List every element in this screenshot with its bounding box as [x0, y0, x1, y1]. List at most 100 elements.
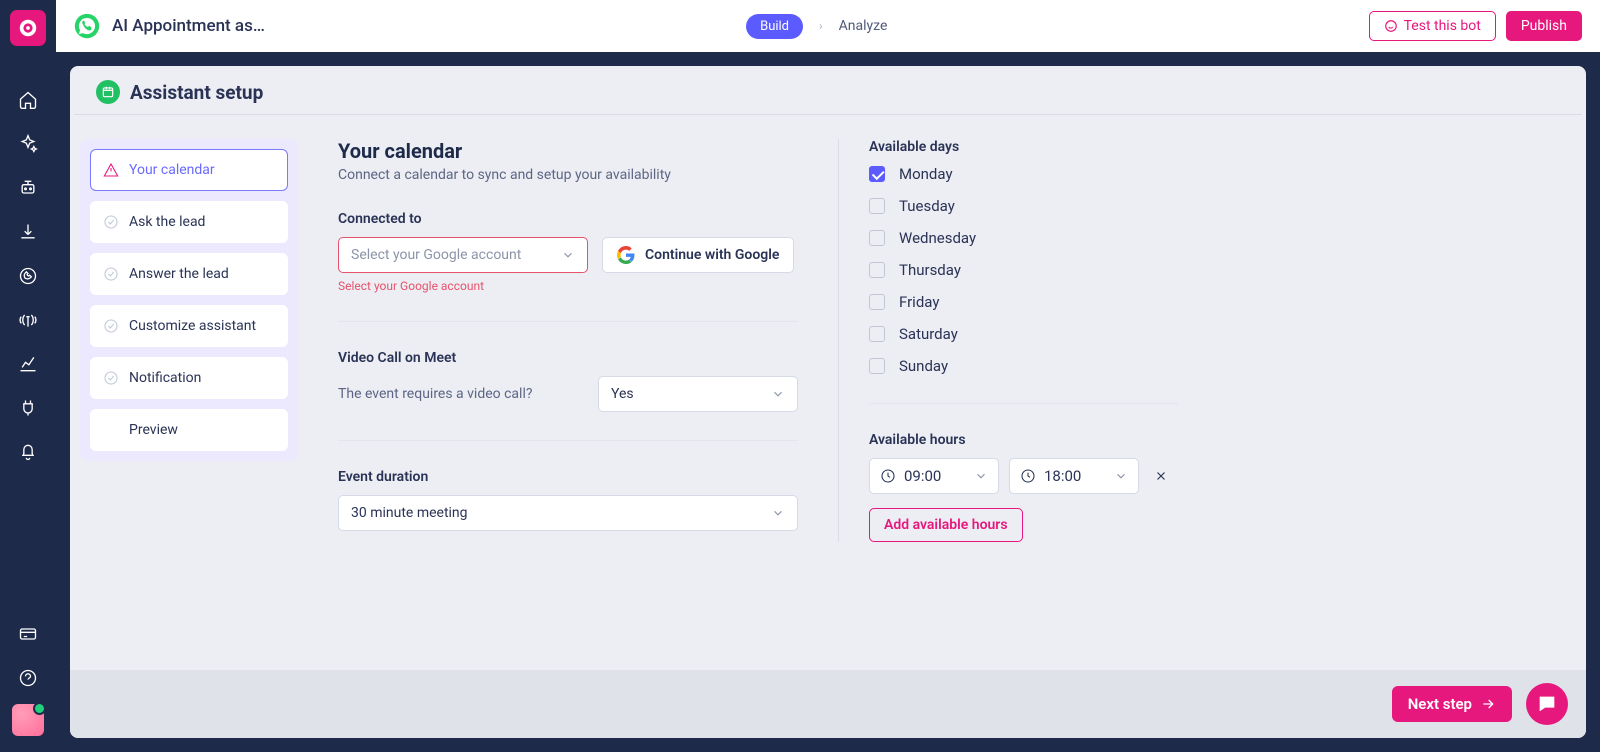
add-hours-label: Add available hours — [884, 517, 1008, 533]
step-label: Preview — [129, 422, 178, 438]
nav-notifications-icon[interactable] — [10, 434, 46, 470]
available-hours-label: Available hours — [869, 432, 1178, 448]
step-your-calendar[interactable]: Your calendar — [90, 149, 288, 191]
form-right-col: Available days Monday Tuesday Wednesday … — [838, 139, 1178, 542]
time-from-value: 09:00 — [904, 467, 941, 485]
day-friday: Friday — [869, 293, 1178, 311]
support-chat-button[interactable] — [1526, 683, 1568, 725]
nav-integrations-icon[interactable] — [10, 390, 46, 426]
form-subheading: Connect a calendar to sync and setup you… — [338, 167, 798, 183]
next-step-label: Next step — [1408, 695, 1472, 713]
day-label: Tuesday — [899, 197, 955, 215]
publish-label: Publish — [1521, 18, 1567, 34]
day-label: Monday — [899, 165, 953, 183]
day-saturday: Saturday — [869, 325, 1178, 343]
panel: Assistant setup Your calendar Ask the le… — [70, 66, 1586, 738]
topbar: AI Appointment as… Build › Analyze Test … — [56, 0, 1600, 52]
google-btn-label: Continue with Google — [645, 247, 779, 263]
panel-body: Your calendar Ask the lead Answer the le… — [70, 115, 1586, 670]
step-preview[interactable]: Preview — [90, 409, 288, 451]
app-logo[interactable] — [10, 10, 46, 46]
connected-to-label: Connected to — [338, 211, 798, 227]
chat-icon — [1536, 693, 1558, 715]
hours-row: 09:00 18:00 — [869, 458, 1178, 494]
checkbox[interactable] — [869, 262, 885, 278]
continue-with-google-button[interactable]: Continue with Google — [602, 237, 794, 273]
step-customize-assistant[interactable]: Customize assistant — [90, 305, 288, 347]
arrow-right-icon — [1480, 696, 1496, 712]
checkbox[interactable] — [869, 326, 885, 342]
day-label: Sunday — [899, 357, 948, 375]
tab-build[interactable]: Build — [746, 14, 803, 39]
checkbox[interactable] — [869, 230, 885, 246]
days-list: Monday Tuesday Wednesday Thursday Friday… — [869, 165, 1178, 375]
step-ask-lead[interactable]: Ask the lead — [90, 201, 288, 243]
test-bot-label: Test this bot — [1404, 18, 1481, 34]
form-left-col: Your calendar Connect a calendar to sync… — [338, 139, 798, 531]
divider — [338, 440, 798, 441]
time-from-select[interactable]: 09:00 — [869, 458, 999, 494]
nav-home-icon[interactable] — [10, 82, 46, 118]
checkbox[interactable] — [869, 166, 885, 182]
checkbox[interactable] — [869, 294, 885, 310]
body: Assistant setup Your calendar Ask the le… — [56, 52, 1600, 752]
clock-icon — [1020, 468, 1036, 484]
video-call-select[interactable]: Yes — [598, 376, 798, 412]
footer-strip: Next step — [70, 670, 1586, 738]
bot-title[interactable]: AI Appointment as… — [112, 16, 265, 36]
duration-value: 30 minute meeting — [351, 505, 468, 521]
step-answer-lead[interactable]: Answer the lead — [90, 253, 288, 295]
google-logo-icon — [617, 246, 635, 264]
remove-hours-button[interactable] — [1149, 464, 1173, 488]
video-call-question: The event requires a video call? — [338, 386, 532, 402]
day-label: Saturday — [899, 325, 958, 343]
chevron-down-icon — [771, 506, 785, 520]
checkbox[interactable] — [869, 358, 885, 374]
nav-robot-icon[interactable] — [10, 170, 46, 206]
step-label: Customize assistant — [129, 318, 256, 334]
checkbox[interactable] — [869, 198, 885, 214]
duration-label: Event duration — [338, 469, 798, 485]
user-avatar[interactable] — [12, 704, 44, 736]
time-to-select[interactable]: 18:00 — [1009, 458, 1139, 494]
google-account-select[interactable]: Select your Google account — [338, 237, 588, 273]
available-days-label: Available days — [869, 139, 1178, 155]
close-icon — [1154, 469, 1168, 483]
nav-analytics-icon[interactable] — [10, 346, 46, 382]
day-monday: Monday — [869, 165, 1178, 183]
add-available-hours-button[interactable]: Add available hours — [869, 508, 1023, 542]
test-bot-button[interactable]: Test this bot — [1369, 11, 1496, 41]
video-call-label: Video Call on Meet — [338, 350, 798, 366]
calendar-setup-icon — [96, 80, 120, 104]
video-call-value: Yes — [611, 386, 634, 402]
nav-ai-icon[interactable] — [10, 126, 46, 162]
check-circle-icon — [103, 318, 119, 334]
crumb-separator-icon: › — [819, 19, 823, 33]
time-to-value: 18:00 — [1044, 467, 1081, 485]
day-label: Friday — [899, 293, 939, 311]
day-thursday: Thursday — [869, 261, 1178, 279]
duration-select[interactable]: 30 minute meeting — [338, 495, 798, 531]
nav-whatsapp-icon[interactable] — [10, 258, 46, 294]
select-placeholder: Select your Google account — [351, 247, 521, 263]
divider — [338, 321, 798, 322]
left-rail — [0, 0, 56, 752]
nav-download-icon[interactable] — [10, 214, 46, 250]
clock-icon — [880, 468, 896, 484]
check-circle-icon — [103, 266, 119, 282]
nav-help-icon[interactable] — [10, 660, 46, 696]
form-area: Your calendar Connect a calendar to sync… — [338, 139, 1562, 646]
chevron-down-icon — [561, 248, 575, 262]
chevron-down-icon — [1114, 469, 1128, 483]
check-circle-icon — [103, 370, 119, 386]
panel-head: Assistant setup — [74, 66, 1582, 115]
publish-button[interactable]: Publish — [1506, 11, 1582, 41]
chevron-down-icon — [771, 387, 785, 401]
next-step-button[interactable]: Next step — [1392, 686, 1512, 722]
step-notification[interactable]: Notification — [90, 357, 288, 399]
tab-analyze[interactable]: Analyze — [839, 18, 888, 34]
divider — [869, 403, 1178, 404]
nav-card-icon[interactable] — [10, 616, 46, 652]
check-circle-icon — [103, 214, 119, 230]
nav-broadcast-icon[interactable] — [10, 302, 46, 338]
